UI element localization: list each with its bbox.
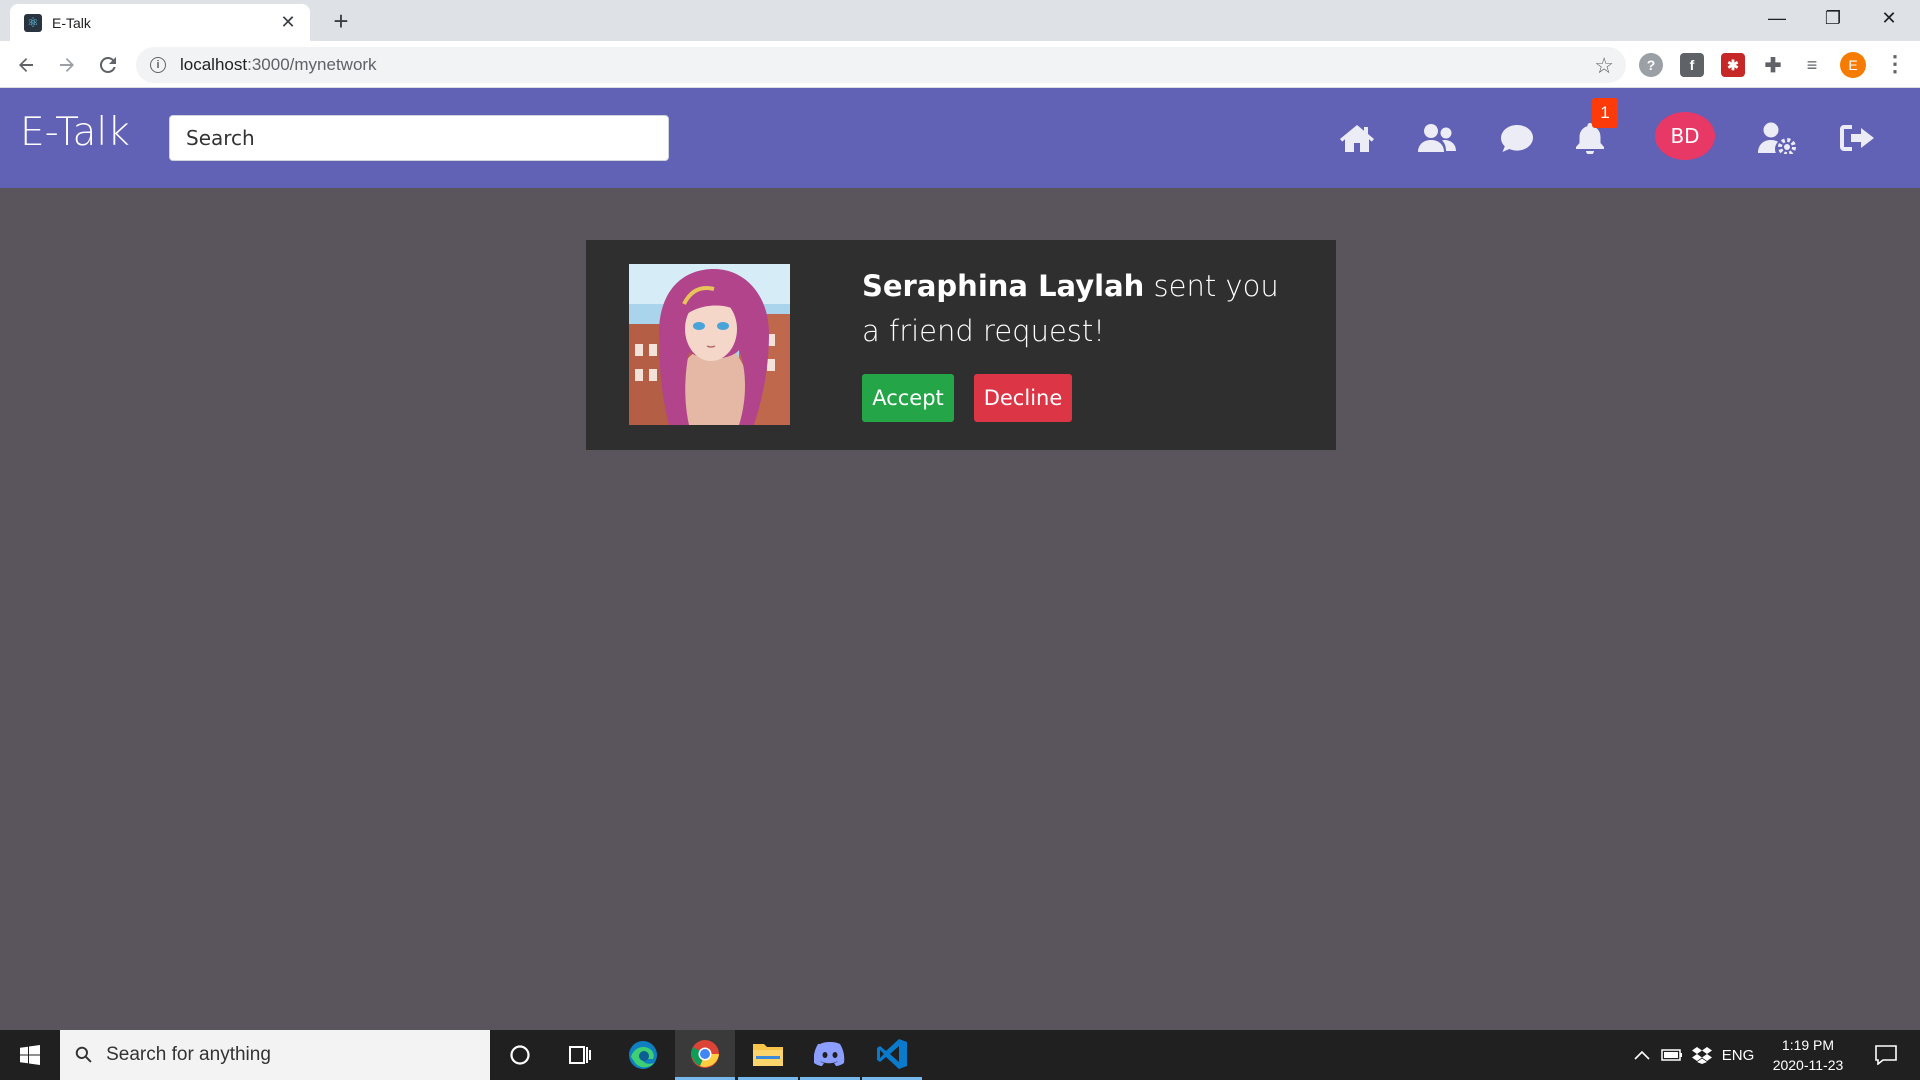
language-indicator[interactable]: ENG	[1718, 1030, 1758, 1080]
taskbar-search-placeholder: Search for anything	[106, 1044, 271, 1065]
friend-request-card: Seraphina Laylah sent you a friend reque…	[586, 240, 1336, 450]
url-host: localhost	[180, 55, 248, 74]
back-arrow-icon	[19, 58, 33, 72]
url-path: :3000/mynetwork	[247, 55, 377, 74]
media-control-icon[interactable]: ≡	[1800, 53, 1824, 77]
user-settings-icon[interactable]	[1756, 118, 1798, 158]
react-favicon-icon: ⚛	[24, 13, 42, 32]
forward-button[interactable]	[51, 49, 83, 81]
bookmark-star-icon[interactable]: ☆	[1594, 53, 1614, 79]
site-info-icon[interactable]: i	[150, 57, 166, 73]
close-tab-icon[interactable]: ✕	[278, 12, 298, 33]
minimize-button[interactable]: —	[1749, 0, 1805, 36]
friend-request-message: Seraphina Laylah sent you a friend reque…	[862, 264, 1302, 354]
show-hidden-icons[interactable]	[1628, 1030, 1656, 1080]
browser-tab[interactable]: ⚛ E-Talk ✕	[10, 4, 310, 41]
taskbar-search-box[interactable]: ⚲ Search for anything	[60, 1030, 490, 1080]
decline-button[interactable]: Decline	[974, 374, 1072, 422]
vscode-icon[interactable]	[862, 1030, 922, 1080]
battery-icon[interactable]	[1658, 1030, 1686, 1080]
home-icon[interactable]	[1336, 118, 1378, 158]
file-explorer-icon[interactable]	[738, 1030, 798, 1080]
sender-name[interactable]: Seraphina Laylah	[862, 269, 1144, 303]
clock-date: 2020-11-23	[1772, 1057, 1844, 1073]
forward-arrow-icon	[60, 58, 74, 72]
app-header: E-Talk 1 BD	[0, 88, 1920, 188]
logout-icon[interactable]	[1836, 118, 1878, 158]
reload-button[interactable]	[92, 49, 124, 81]
brand-logo[interactable]: E-Talk	[20, 110, 130, 155]
search-input[interactable]	[169, 115, 669, 161]
address-bar[interactable]: i localhost:3000/mynetwork ☆	[136, 47, 1626, 83]
chat-icon[interactable]	[1496, 118, 1538, 158]
puzzle-extensions-icon[interactable]: ✚	[1761, 53, 1785, 77]
start-button[interactable]	[0, 1030, 60, 1080]
close-window-button[interactable]: ✕	[1861, 0, 1917, 36]
browser-tab-strip: ⚛ E-Talk ✕ + — ❐ ✕	[0, 0, 1920, 41]
dropbox-icon[interactable]	[1688, 1030, 1716, 1080]
friends-icon[interactable]	[1416, 118, 1458, 158]
tab-title: E-Talk	[52, 14, 91, 31]
user-avatar[interactable]: BD	[1655, 112, 1715, 160]
facebook-extension-icon[interactable]: f	[1680, 53, 1704, 77]
notification-count-badge: 1	[1592, 98, 1618, 128]
windows-taskbar: ⚲ Search for anything ENG 1:19 PM 2020-1…	[0, 1030, 1920, 1080]
search-icon: ⚲	[69, 1040, 99, 1070]
profile-avatar[interactable]: E	[1840, 52, 1866, 78]
system-clock[interactable]: 1:19 PM 2020-11-23	[1758, 1035, 1858, 1075]
edge-browser-icon[interactable]	[613, 1030, 673, 1080]
restore-button[interactable]: ❐	[1805, 0, 1861, 36]
shield-extension-icon[interactable]: ?	[1639, 53, 1663, 77]
task-view-icon[interactable]	[550, 1030, 610, 1080]
cortana-icon[interactable]	[490, 1030, 550, 1080]
browser-toolbar: i localhost:3000/mynetwork ☆ ? f ✱ ✚ ≡ E…	[0, 41, 1920, 88]
red-extension-icon[interactable]: ✱	[1721, 53, 1745, 77]
chrome-browser-icon[interactable]	[675, 1030, 735, 1080]
back-button[interactable]	[10, 49, 42, 81]
clock-time: 1:19 PM	[1781, 1037, 1835, 1053]
new-tab-button[interactable]: +	[326, 6, 356, 36]
action-center-icon[interactable]	[1866, 1030, 1906, 1080]
windows-logo-icon	[20, 1045, 40, 1065]
browser-menu-icon[interactable]: ⋮	[1884, 51, 1906, 77]
sender-profile-photo	[629, 264, 790, 425]
accept-button[interactable]: Accept	[862, 374, 954, 422]
discord-icon[interactable]	[800, 1030, 860, 1080]
reload-icon	[99, 56, 116, 73]
